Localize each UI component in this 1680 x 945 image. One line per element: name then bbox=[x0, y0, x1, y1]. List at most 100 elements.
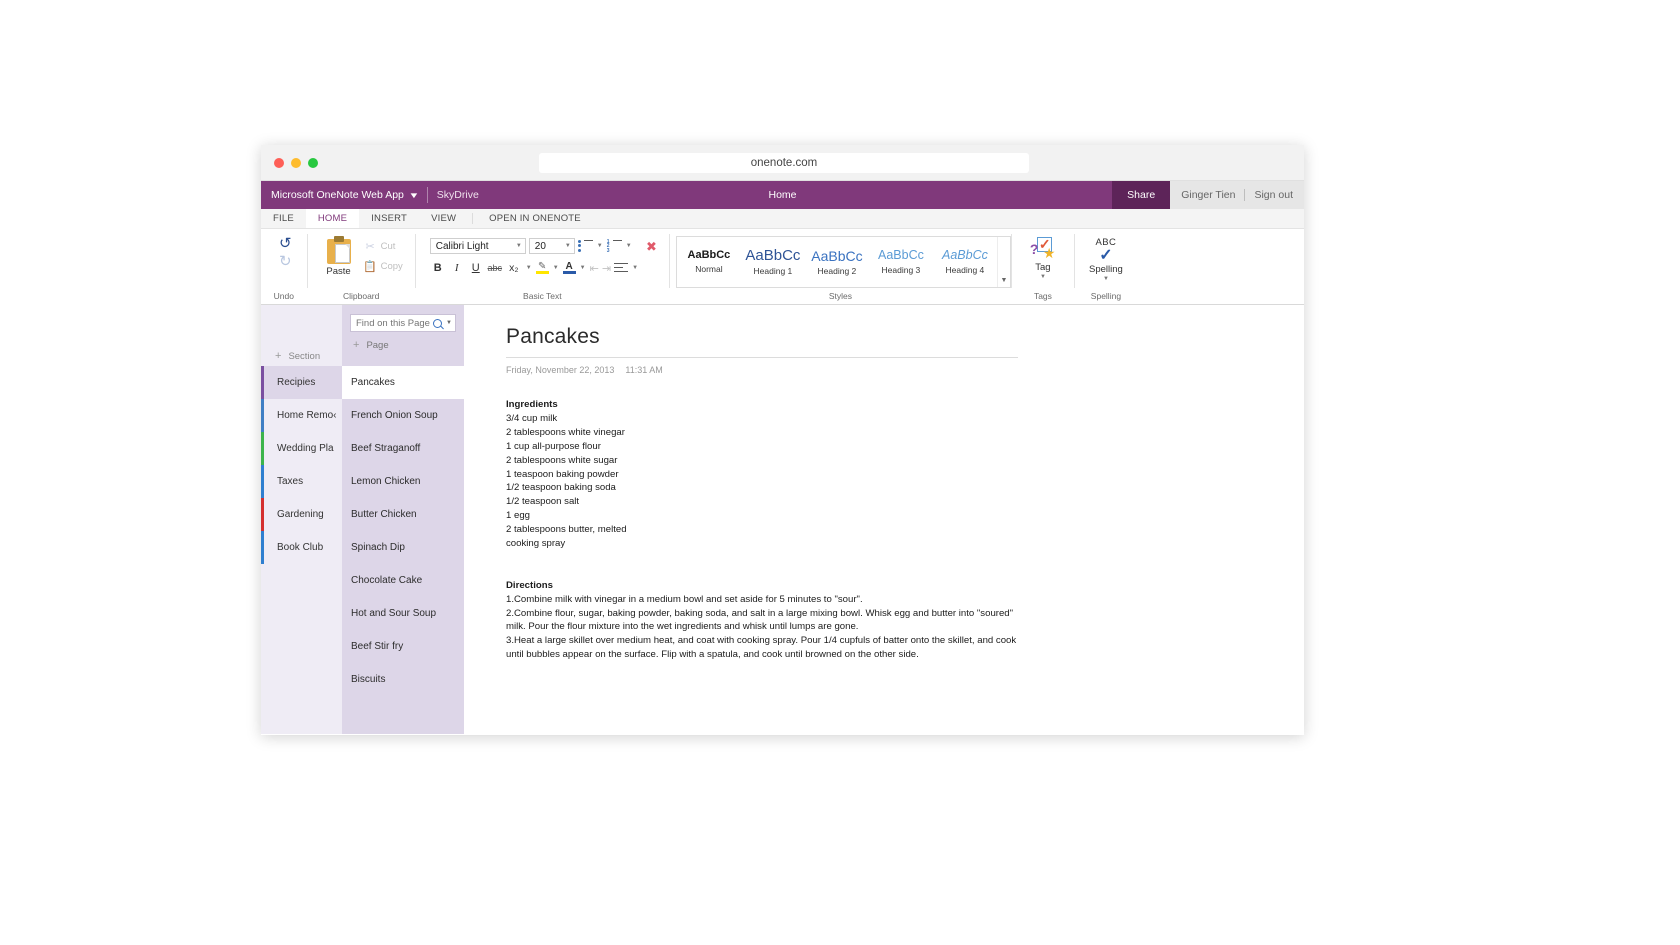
tab-home[interactable]: HOME bbox=[305, 209, 360, 228]
page-item-beef-straganoff[interactable]: Beef Straganoff bbox=[342, 432, 464, 465]
ingredient-line: 1 cup all-purpose flour bbox=[506, 440, 601, 452]
bullet-list-dropdown-icon[interactable]: ▼ bbox=[596, 243, 604, 249]
page-item-hot-and-sour-soup[interactable]: Hot and Sour Soup bbox=[342, 597, 464, 630]
direction-step: 2.Combine flour, sugar, baking powder, b… bbox=[506, 607, 1014, 633]
sidebar-item-taxes[interactable]: Taxes bbox=[261, 465, 342, 498]
tab-open-in-onenote[interactable]: OPEN IN ONENOTE bbox=[477, 209, 593, 228]
account-area: Ginger Tien Sign out bbox=[1170, 181, 1304, 209]
font-color-button[interactable]: A bbox=[562, 262, 576, 274]
subscript-dropdown-icon[interactable]: ▼ bbox=[525, 265, 533, 271]
highlight-button[interactable]: ✎ bbox=[535, 261, 549, 274]
highlight-dropdown-icon[interactable]: ▼ bbox=[552, 265, 560, 271]
maximize-window-icon[interactable] bbox=[308, 157, 318, 168]
page-item-french-onion-soup[interactable]: French Onion Soup bbox=[342, 399, 464, 432]
page-item-pancakes[interactable]: Pancakes bbox=[342, 366, 464, 399]
note-content[interactable]: Ingredients 3/4 cup milk 2 tablespoons w… bbox=[506, 398, 1021, 662]
paste-button[interactable]: Paste bbox=[314, 233, 362, 277]
tab-view[interactable]: VIEW bbox=[419, 209, 468, 228]
numbered-list-icon[interactable]: 123 bbox=[607, 239, 622, 253]
browser-window: onenote.com Microsoft OneNote Web App ▼ … bbox=[261, 145, 1304, 735]
redo-icon[interactable]: ↻ bbox=[279, 254, 292, 269]
address-bar[interactable]: onenote.com bbox=[539, 152, 1029, 173]
tag-dropdown-icon[interactable]: ▼ bbox=[1040, 274, 1046, 280]
style-heading-4[interactable]: AaBbCc Heading 4 bbox=[933, 237, 997, 287]
style-normal[interactable]: AaBbCc Normal bbox=[677, 237, 741, 287]
page-item-biscuits[interactable]: Biscuits bbox=[342, 663, 464, 696]
search-dropdown-icon[interactable]: ▼ bbox=[446, 320, 452, 326]
italic-button[interactable]: I bbox=[449, 260, 465, 276]
tab-insert[interactable]: INSERT bbox=[359, 209, 419, 228]
ingredient-line: 3/4 cup milk bbox=[506, 412, 558, 424]
increase-indent-icon[interactable]: ⇥ bbox=[602, 262, 611, 275]
style-heading-2[interactable]: AaBbCc Heading 2 bbox=[805, 237, 869, 287]
close-window-icon[interactable] bbox=[274, 157, 284, 168]
page-item-lemon-chicken[interactable]: Lemon Chicken bbox=[342, 465, 464, 498]
user-name[interactable]: Ginger Tien bbox=[1181, 189, 1235, 201]
page-item-chocolate-cake[interactable]: Chocolate Cake bbox=[342, 564, 464, 597]
font-color-dropdown-icon[interactable]: ▼ bbox=[579, 265, 587, 271]
tab-file[interactable]: FILE bbox=[261, 209, 306, 228]
font-size-select[interactable]: 20 ▼ bbox=[528, 238, 575, 254]
search-icon[interactable] bbox=[433, 318, 442, 328]
tab-divider bbox=[472, 213, 474, 224]
page-label: Lemon Chicken bbox=[351, 476, 421, 487]
spelling-dropdown-icon[interactable]: ▼ bbox=[1103, 276, 1109, 282]
ribbon-group-styles: AaBbCc Normal AaBbCc Heading 1 AaBbCc He… bbox=[670, 229, 1011, 304]
font-family-select[interactable]: Calibri Light ▼ bbox=[429, 238, 526, 254]
ingredient-line: 1/2 teaspoon salt bbox=[506, 496, 580, 508]
align-dropdown-icon[interactable]: ▼ bbox=[631, 265, 639, 271]
sidebar-item-home-remodel[interactable]: Home Remo‹ bbox=[261, 399, 342, 432]
tag-button[interactable]: ✓ ? ★ Tag ▼ bbox=[1018, 233, 1068, 280]
page-title[interactable]: Pancakes bbox=[506, 325, 1304, 349]
copy-button[interactable]: 📋 Copy bbox=[363, 260, 403, 273]
plus-icon: + bbox=[353, 339, 360, 351]
subscript-button[interactable]: x₂ bbox=[506, 260, 522, 276]
highlighter-icon: ✎ bbox=[538, 261, 547, 272]
styles-more-icon[interactable]: ▼ bbox=[996, 237, 1010, 287]
undo-icon[interactable]: ↺ bbox=[279, 236, 292, 251]
minimize-window-icon[interactable] bbox=[291, 157, 301, 168]
strikethrough-button[interactable]: abc bbox=[487, 260, 503, 276]
ingredients-heading: Ingredients bbox=[506, 399, 558, 410]
font-family-value: Calibri Light bbox=[435, 240, 489, 252]
clear-formatting-icon[interactable]: ✖ bbox=[646, 239, 657, 255]
page-item-spinach-dip[interactable]: Spinach Dip bbox=[342, 531, 464, 564]
section-label: Recipies bbox=[277, 377, 316, 388]
style-heading-1[interactable]: AaBbCc Heading 1 bbox=[741, 237, 805, 287]
cut-button[interactable]: ✂ Cut bbox=[364, 240, 403, 253]
underline-button[interactable]: U bbox=[468, 260, 484, 276]
pages-header: ▼ + Page bbox=[342, 305, 464, 366]
sign-out-link[interactable]: Sign out bbox=[1254, 189, 1293, 201]
chevron-down-icon: ▼ bbox=[564, 243, 571, 249]
add-page-button[interactable]: + Page bbox=[342, 332, 464, 351]
decrease-indent-icon[interactable]: ⇤ bbox=[590, 262, 599, 275]
bullet-list-icon[interactable] bbox=[577, 239, 593, 253]
bold-button[interactable]: B bbox=[430, 260, 446, 276]
sidebar-item-wedding-planning[interactable]: Wedding Pla bbox=[261, 432, 342, 465]
spelling-label: Spelling bbox=[1089, 264, 1123, 275]
spelling-button[interactable]: ABC ✓ Spelling ▼ bbox=[1081, 233, 1131, 282]
share-button[interactable]: Share bbox=[1112, 181, 1171, 209]
page-timestamp: Friday, November 22, 2013 11:31 AM bbox=[506, 365, 1304, 375]
numbered-list-dropdown-icon[interactable]: ▼ bbox=[625, 243, 633, 249]
add-section-button[interactable]: + Section bbox=[261, 350, 320, 362]
group-label-undo: Undo bbox=[273, 291, 294, 301]
chevron-down-icon: ▼ bbox=[515, 243, 522, 249]
sidebar-item-book-club[interactable]: Book Club bbox=[261, 531, 342, 564]
style-label: Heading 3 bbox=[881, 264, 921, 275]
sidebar-item-recipies[interactable]: Recipies bbox=[261, 366, 342, 399]
sidebar-item-gardening[interactable]: Gardening bbox=[261, 498, 342, 531]
note-canvas[interactable]: Pancakes Friday, November 22, 2013 11:31… bbox=[464, 305, 1304, 734]
account-divider bbox=[1244, 189, 1246, 201]
ribbon-group-undo: ↺ ↻ Undo bbox=[261, 229, 307, 304]
style-heading-3[interactable]: AaBbCc Heading 3 bbox=[869, 237, 933, 287]
align-icon[interactable] bbox=[614, 262, 629, 274]
page-item-butter-chicken[interactable]: Butter Chicken bbox=[342, 498, 464, 531]
sections-header: + Section bbox=[261, 305, 342, 366]
page-item-beef-stir-fry[interactable]: Beef Stir fry bbox=[342, 630, 464, 663]
search-input[interactable] bbox=[356, 317, 430, 329]
copy-label: Copy bbox=[380, 261, 403, 272]
ingredient-line: 2 tablespoons white sugar bbox=[506, 454, 618, 466]
search-box[interactable]: ▼ bbox=[350, 314, 456, 332]
